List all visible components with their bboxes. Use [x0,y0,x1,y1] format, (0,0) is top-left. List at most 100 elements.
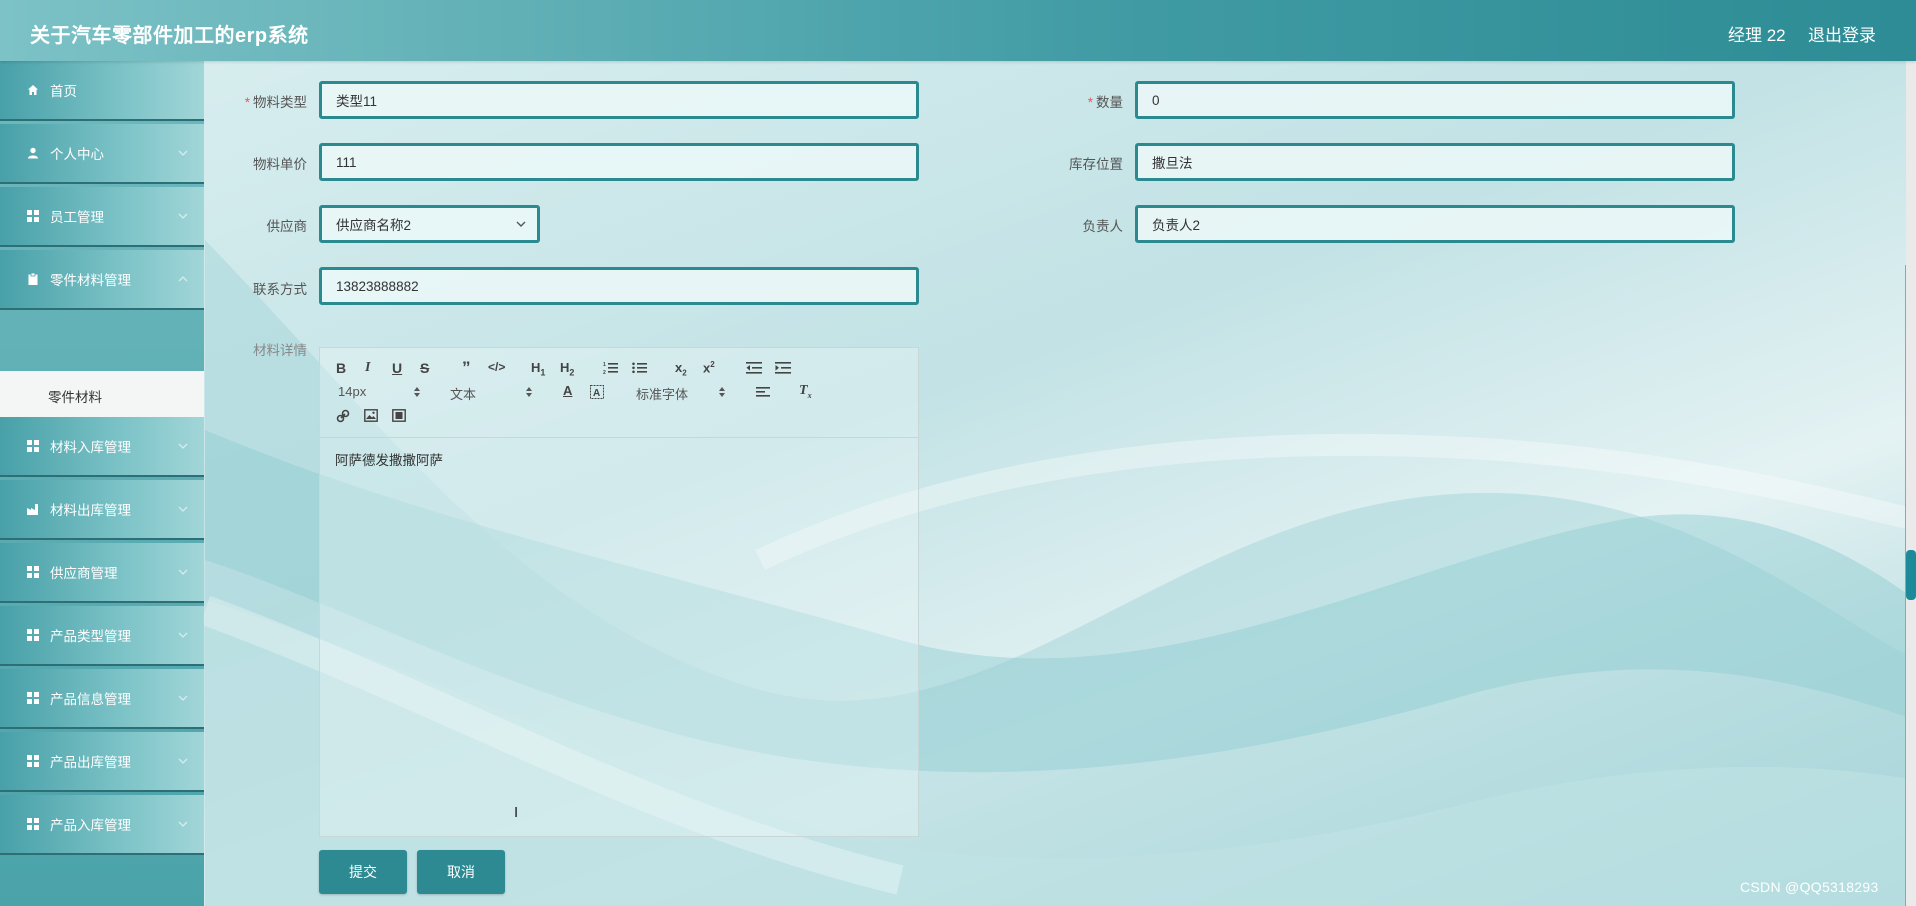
unit-price-label: 物料单价 [253,157,307,172]
chevron-down-icon [178,821,188,827]
code-icon[interactable]: </> [488,360,505,374]
font-color-icon[interactable]: A [563,383,572,398]
header2-icon[interactable]: H2 [560,360,574,378]
manager-input[interactable]: 负责人2 [1135,205,1735,243]
chevron-down-icon [178,506,188,512]
sidebar-item-suppliers[interactable]: 供应商管理 [0,543,204,603]
supplier-label: 供应商 [266,219,308,234]
link-icon[interactable] [336,409,350,423]
location-label: 库存位置 [1069,157,1123,172]
chevron-up-icon [178,276,188,282]
align-icon[interactable] [756,386,770,398]
chevron-down-icon [516,221,526,227]
app-title: 关于汽车零部件加工的erp系统 [30,25,309,47]
location-input[interactable]: 撒旦法 [1135,143,1735,181]
sidebar-item-label: 产品信息管理 [50,692,131,707]
bold-icon[interactable]: B [336,360,346,376]
grid-icon [27,440,39,452]
unit-price-input[interactable]: 111 [319,143,919,181]
chevron-down-icon [178,758,188,764]
sidebar-item-product-outbound[interactable]: 产品出库管理 [0,732,204,792]
ordered-list-icon[interactable]: 12 [603,361,619,375]
sidebar-subitem-label: 零件材料 [48,390,102,405]
indent-icon[interactable] [775,361,791,375]
quantity-label: * 数量 [1087,95,1123,110]
clear-format-icon[interactable]: Tx [799,383,812,400]
svg-text:A: A [593,388,600,399]
block-type-select[interactable]: 文本 [450,384,476,403]
font-size-select[interactable]: 14px [338,384,366,399]
grid-icon [27,566,39,578]
chevron-down-icon [178,150,188,156]
sidebar-item-label: 供应商管理 [50,566,118,581]
chevron-down-icon [178,632,188,638]
background-color-icon[interactable]: A [590,385,604,399]
superscript-icon[interactable]: x2 [703,360,715,375]
factory-icon [27,504,38,515]
video-icon[interactable] [392,409,406,422]
sidebar-item-label: 首页 [50,84,77,99]
sidebar-item-label: 材料出库管理 [50,503,131,518]
sidebar-item-material-outbound[interactable]: 材料出库管理 [0,480,204,540]
watermark: CSDN @QQ5318293 [1740,879,1879,895]
sidebar-item-label: 零件材料管理 [50,273,131,288]
sidebar-subitem-parts-materials[interactable]: 零件材料 [0,371,204,417]
underline-icon[interactable]: U [392,360,402,376]
sidebar-item-personal-center[interactable]: 个人中心 [0,124,204,184]
manager-label: 负责人 [1082,219,1124,234]
contact-input[interactable]: 13823888882 [319,267,919,305]
updown-caret-icon [719,387,725,397]
required-mark: * [1087,95,1093,110]
background-waves [199,240,1916,906]
required-mark: * [244,95,250,110]
sidebar-item-label: 材料入库管理 [50,440,131,455]
bullet-list-icon[interactable] [632,361,648,375]
image-icon[interactable] [364,409,378,422]
logout-link[interactable]: 退出登录 [1808,21,1876,46]
material-type-input[interactable]: 类型11 [319,81,919,119]
sidebar: 首页 个人中心 员工管理 零件材料管理 零件材料 材料入库管理 材料出库管理 供… [0,61,204,906]
sidebar-item-product-info[interactable]: 产品信息管理 [0,669,204,729]
editor-content[interactable]: 阿萨德发撒撒阿萨 [335,449,443,469]
sidebar-item-product-inbound[interactable]: 产品入库管理 [0,795,204,855]
updown-caret-icon [526,387,532,397]
sidebar-item-label: 产品出库管理 [50,755,131,770]
strikethrough-icon[interactable]: S [420,360,429,376]
sidebar-item-product-types[interactable]: 产品类型管理 [0,606,204,666]
contact-label: 联系方式 [253,282,307,297]
sidebar-item-material-inbound[interactable]: 材料入库管理 [0,417,204,477]
sidebar-item-parts-materials[interactable]: 零件材料管理 [0,250,204,310]
sidebar-item-label: 产品类型管理 [50,629,131,644]
text-cursor-icon: I [514,804,519,821]
details-label: 材料详情 [253,343,307,358]
supplier-select[interactable]: 供应商名称2 [319,205,540,243]
sidebar-item-staff[interactable]: 员工管理 [0,187,204,247]
page-scrollbar[interactable] [1906,61,1916,906]
quantity-input[interactable]: 0 [1135,81,1735,119]
chevron-down-icon [178,443,188,449]
home-icon [28,85,38,95]
grid-icon [27,818,39,830]
grid-icon [27,629,39,641]
updown-caret-icon [414,387,420,397]
chevron-down-icon [178,213,188,219]
top-header: 关于汽车零部件加工的erp系统 经理 22 退出登录 [0,0,1916,61]
current-user: 经理 22 [1728,26,1786,45]
outdent-icon[interactable] [746,361,762,375]
font-family-select[interactable]: 标准字体 [636,384,688,403]
sidebar-item-home[interactable]: 首页 [0,61,204,121]
sidebar-item-label: 产品入库管理 [50,818,131,833]
cancel-button[interactable]: 取消 [417,850,505,894]
chevron-down-icon [178,695,188,701]
submit-button[interactable]: 提交 [319,850,407,894]
sidebar-item-label: 员工管理 [50,210,104,225]
svg-text:1: 1 [603,362,606,368]
sidebar-item-label: 个人中心 [50,147,104,162]
subscript-icon[interactable]: x2 [675,360,687,378]
user-icon [28,147,38,159]
blockquote-icon[interactable]: ” [462,358,471,378]
grid-icon [27,692,39,704]
italic-icon[interactable]: I [365,360,370,376]
scrollbar-thumb[interactable] [1906,550,1916,600]
header1-icon[interactable]: H1 [531,360,545,378]
